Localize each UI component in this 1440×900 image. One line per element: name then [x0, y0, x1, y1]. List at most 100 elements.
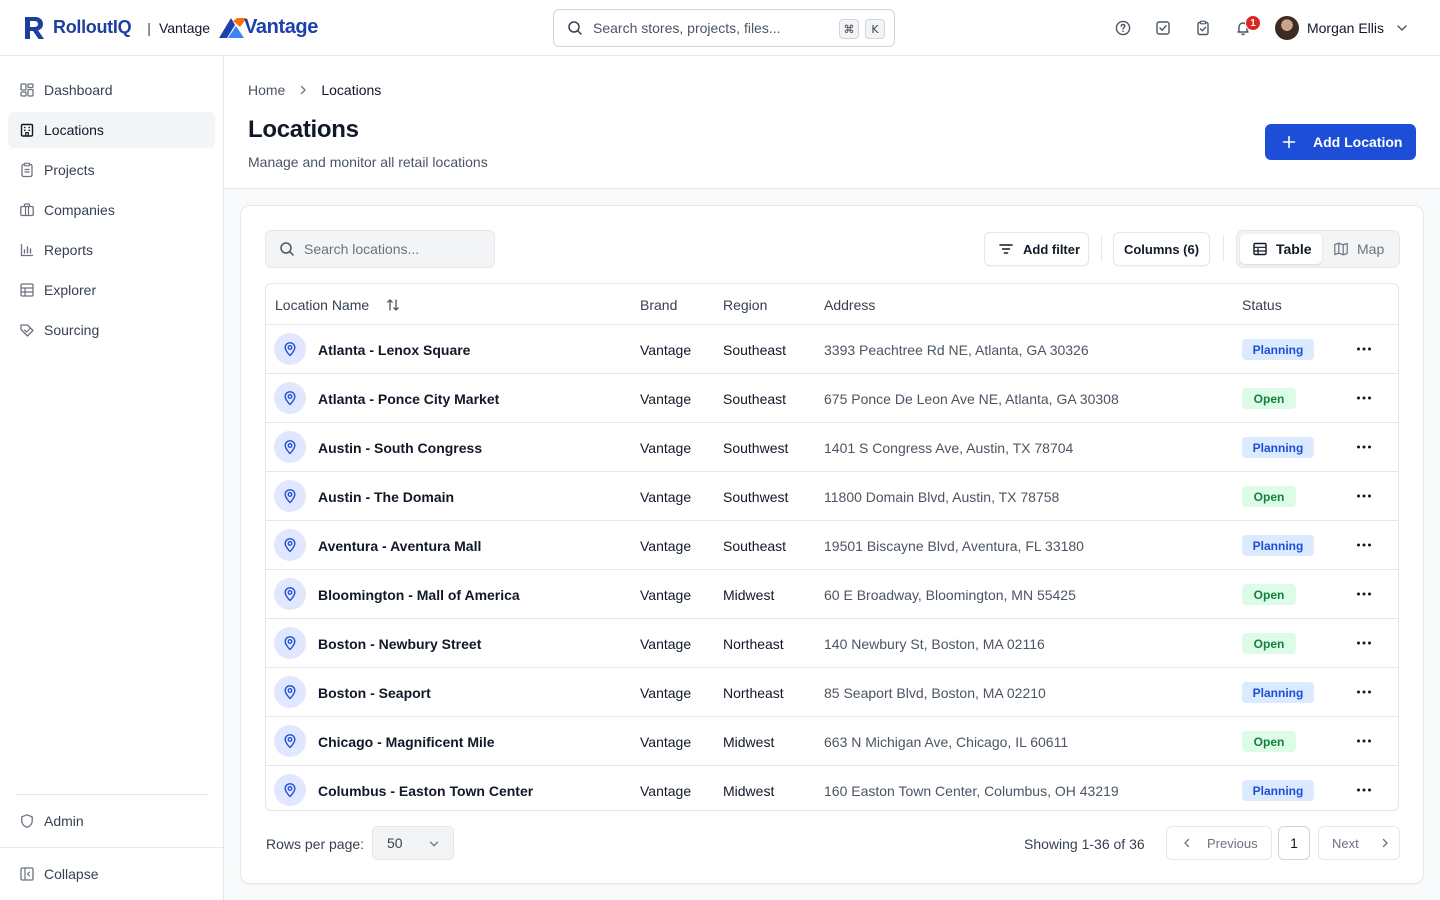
status-badge: Open [1242, 584, 1296, 605]
sidebar-item-label: Explorer [44, 282, 97, 298]
location-name[interactable]: Aventura - Aventura Mall [318, 521, 481, 570]
clipboard-check-icon [1197, 20, 1209, 36]
location-name[interactable]: Atlanta - Lenox Square [318, 325, 470, 374]
location-brand: Vantage [640, 341, 692, 358]
brand-separator: | [147, 19, 151, 36]
sidebar-item-label: Admin [44, 813, 84, 829]
sidebar-collapse-button[interactable]: Collapse [8, 856, 215, 892]
location-address: 160 Easton Town Center, Columbus, OH 432… [824, 782, 1119, 799]
more-actions-icon[interactable] [1352, 731, 1376, 751]
location-name[interactable]: Atlanta - Ponce City Market [318, 374, 499, 423]
sidebar-item-companies[interactable]: Companies [8, 192, 215, 228]
location-name[interactable]: Boston - Newbury Street [318, 619, 481, 668]
table-row[interactable]: Bloomington - Mall of America Vantage Midw… [266, 570, 1398, 619]
vantage-logo: Vantage [218, 16, 318, 39]
bar-chart-icon [19, 242, 35, 258]
table-row[interactable]: Aventura - Aventura Mall Vantage Southeast… [266, 521, 1398, 570]
more-actions-icon[interactable] [1352, 682, 1376, 702]
column-header-region[interactable]: Region [723, 284, 767, 325]
table-row[interactable]: Columbus - Easton Town Center Vantage Midw… [266, 766, 1398, 810]
table-row[interactable]: Boston - Newbury Street Vantage Northeast 1… [266, 619, 1398, 668]
more-actions-icon[interactable] [1352, 437, 1376, 457]
column-header-label: Location Name [275, 296, 370, 313]
more-actions-icon[interactable] [1352, 584, 1376, 604]
column-header-address[interactable]: Address [824, 284, 875, 325]
brand-name: RolloutIQ [53, 17, 132, 37]
table-row[interactable]: Boston - Seaport Vantage Northeast 85 Seapo… [266, 668, 1398, 717]
sidebar-item-sourcing[interactable]: Sourcing [8, 312, 215, 348]
shortcut-cmd-key: ⌘ [839, 19, 859, 39]
vantage-logo-text: Vantage [244, 16, 318, 38]
location-region: Southwest [723, 439, 789, 456]
sort-icon[interactable] [385, 297, 401, 313]
sidebar-item-locations[interactable]: Locations [8, 112, 215, 148]
add-filter-button[interactable]: Add filter [984, 232, 1089, 266]
table-view-button[interactable]: Table [1240, 234, 1322, 264]
location-name[interactable]: Bloomington - Mall of America [318, 570, 520, 619]
more-actions-icon[interactable] [1352, 535, 1376, 555]
column-header-status[interactable]: Status [1242, 284, 1282, 325]
location-name[interactable]: Austin - South Congress [318, 423, 482, 472]
tasks-button[interactable] [1143, 8, 1183, 48]
more-actions-icon[interactable] [1352, 388, 1376, 408]
more-actions-icon[interactable] [1352, 780, 1376, 800]
chevron-left-icon [1184, 838, 1190, 848]
sidebar-item-reports[interactable]: Reports [8, 232, 215, 268]
add-filter-label: Add filter [1023, 241, 1081, 257]
sidebar-item-label: Reports [44, 242, 94, 258]
user-menu[interactable]: Morgan Ellis [1274, 16, 1408, 40]
page-number-button[interactable]: 1 [1278, 826, 1310, 860]
more-actions-icon[interactable] [1352, 339, 1376, 359]
table-row[interactable]: Austin - The Domain Vantage Southwest 11800… [266, 472, 1398, 521]
more-actions-icon[interactable] [1352, 633, 1376, 653]
status-badge: Planning [1242, 437, 1314, 458]
location-address: 140 Newbury St, Boston, MA 02116 [824, 635, 1045, 652]
sidebar-item-dashboard[interactable]: Dashboard [8, 72, 215, 108]
location-name[interactable]: Columbus - Easton Town Center [318, 766, 533, 810]
locations-search-input[interactable]: Search locations... [265, 230, 495, 268]
location-address: 1401 S Congress Ave, Austin, TX 78704 [824, 439, 1074, 456]
location-name[interactable]: Chicago - Magnificent Mile [318, 717, 495, 766]
previous-label: Previous [1207, 835, 1258, 851]
shield-icon [19, 813, 35, 829]
table-row[interactable]: Atlanta - Ponce City Market Vantage Southe… [266, 374, 1398, 423]
columns-label: Columns (6) [1123, 241, 1200, 257]
location-region: Northeast [723, 684, 784, 701]
location-name[interactable]: Austin - The Domain [318, 472, 454, 521]
more-actions-icon[interactable] [1352, 486, 1376, 506]
location-pin-icon [274, 431, 306, 463]
status-badge: Open [1242, 388, 1296, 409]
approvals-button[interactable] [1183, 8, 1223, 48]
sidebar-item-admin[interactable]: Admin [8, 803, 215, 839]
column-header-location-name[interactable]: Location Name [275, 284, 401, 325]
table-row[interactable]: Atlanta - Lenox Square Vantage Southeast 33… [266, 325, 1398, 374]
check-square-icon [1156, 21, 1170, 35]
briefcase-icon [19, 202, 35, 218]
chevron-down-icon [1397, 25, 1407, 31]
sidebar-item-explorer[interactable]: Explorer [8, 272, 215, 308]
next-page-button[interactable]: Next [1318, 826, 1400, 860]
table-row[interactable]: Austin - South Congress Vantage Southwest 1… [266, 423, 1398, 472]
brand[interactable]: RolloutIQ | Vantage Vantage [24, 0, 318, 56]
status-badge: Planning [1242, 339, 1314, 360]
location-pin-icon [274, 725, 306, 757]
page-subtitle: Manage and monitor all retail locations [248, 154, 488, 170]
breadcrumb-home-link[interactable]: Home [248, 82, 285, 98]
global-search-input[interactable]: Search stores, projects, files... ⌘ K [553, 9, 895, 47]
location-pin-icon [274, 578, 306, 610]
breadcrumb-current: Locations [321, 82, 382, 98]
location-brand: Vantage [640, 782, 692, 799]
previous-page-button[interactable]: Previous [1166, 826, 1272, 860]
column-header-brand[interactable]: Brand [640, 284, 677, 325]
help-button[interactable] [1103, 8, 1143, 48]
sidebar-item-label: Dashboard [44, 82, 113, 98]
location-name[interactable]: Boston - Seaport [318, 668, 431, 717]
columns-button[interactable]: Columns (6) [1113, 232, 1210, 266]
map-view-button[interactable]: Map [1325, 234, 1397, 264]
table-row[interactable]: Chicago - Magnificent Mile Vantage Midwest… [266, 717, 1398, 766]
notifications-button[interactable]: 1 [1223, 8, 1263, 48]
location-address: 19501 Biscayne Blvd, Aventura, FL 33180 [824, 537, 1084, 554]
sidebar-item-projects[interactable]: Projects [8, 152, 215, 188]
add-location-button[interactable]: Add Location [1265, 124, 1416, 160]
rows-per-page-select[interactable]: 50 [372, 826, 454, 860]
